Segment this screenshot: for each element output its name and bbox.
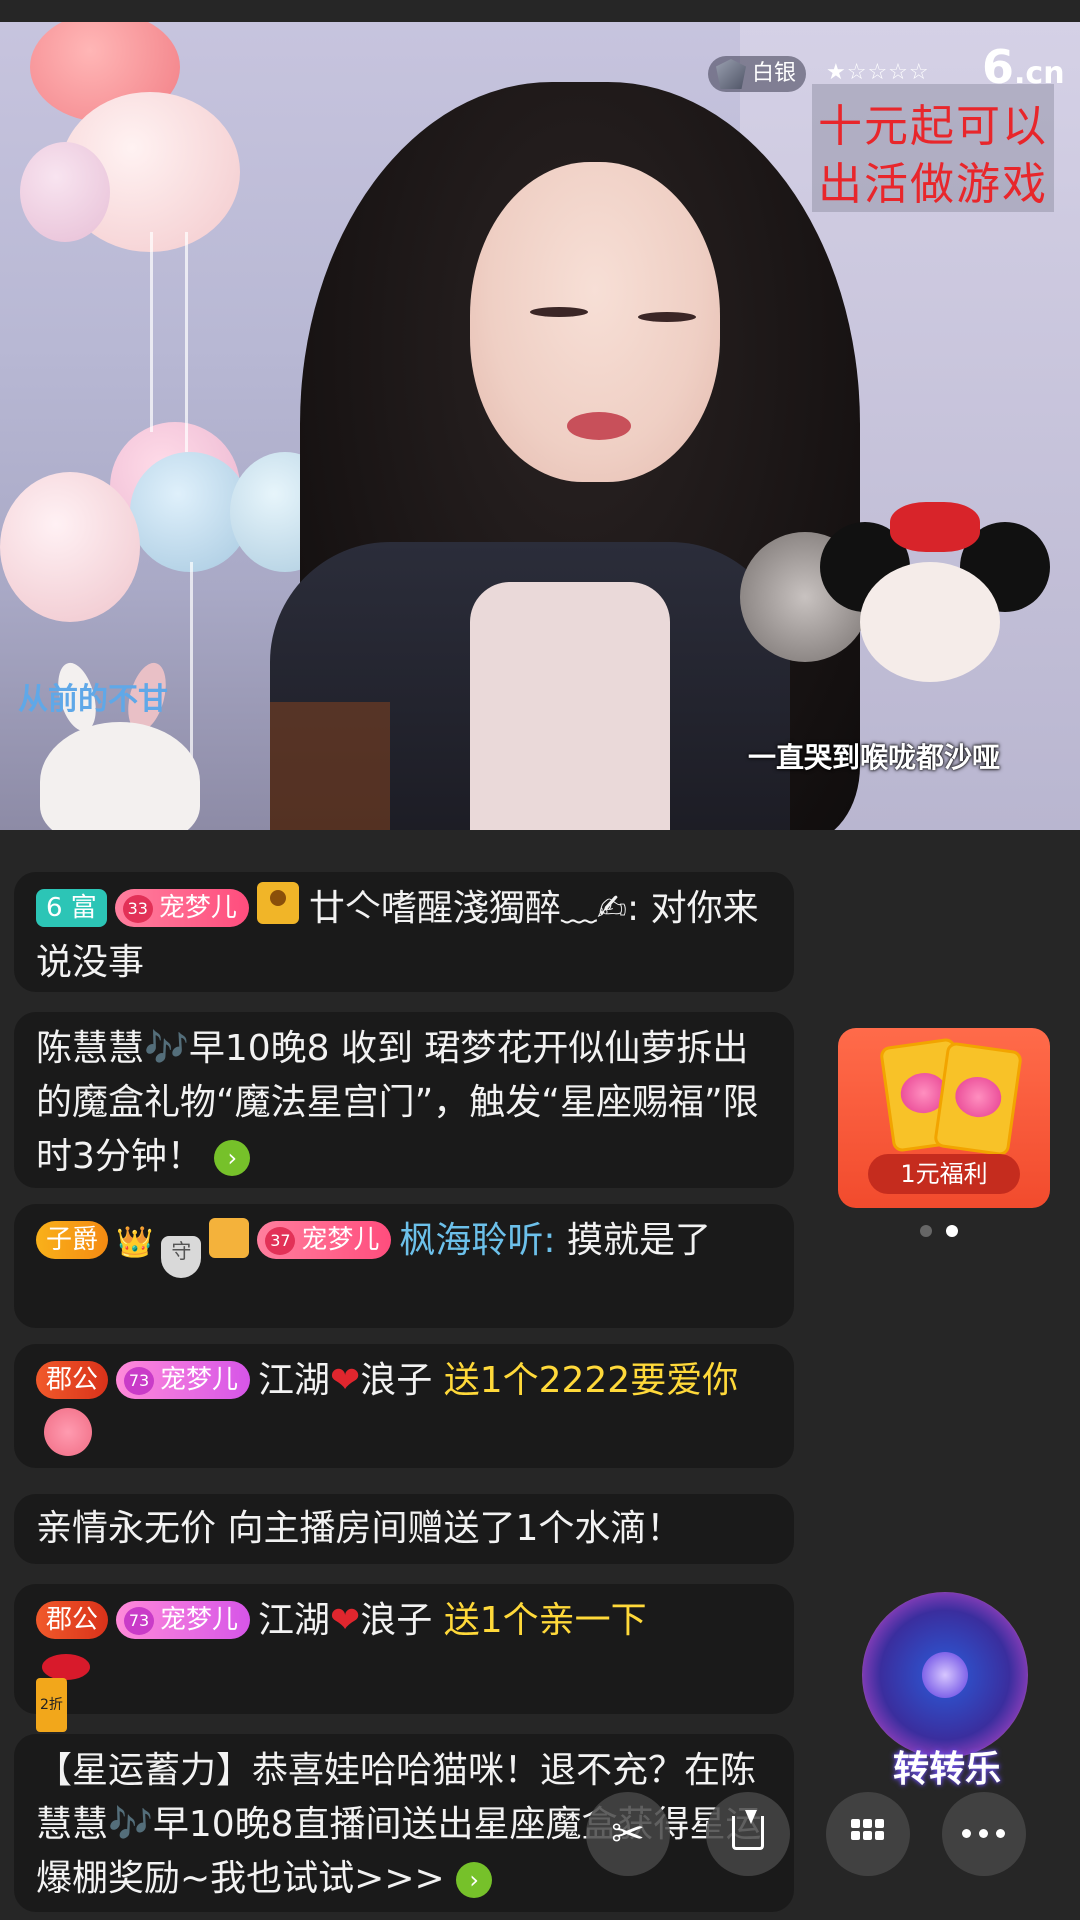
more-button[interactable]: [942, 1792, 1026, 1876]
system-notice-text: 陈慧慧🎶早10晚8 收到 珺梦花开似仙萝拆出的魔盒礼物“魔法星宫门”，触发“星座…: [36, 1028, 759, 1177]
pet-label: 宠梦儿: [158, 893, 237, 923]
chat-username[interactable]: 廿亽嗜醒淺獨醉﹏✍: [309, 888, 627, 929]
discount-tag: 2折: [36, 1678, 67, 1732]
guard-shield-icon: 守: [161, 1236, 202, 1278]
carousel-dot: [920, 1225, 932, 1237]
mouse-face: [860, 562, 1000, 682]
card-icon: [932, 1041, 1024, 1157]
welfare-label[interactable]: 1元福利: [868, 1154, 1020, 1194]
heart-icon: ❤: [330, 1360, 361, 1401]
pet-level: 73: [124, 1607, 155, 1635]
pet-level: 73: [124, 1367, 155, 1395]
chat-message[interactable]: 郡公 73 宠梦儿 江湖❤浪子 送1个2222要爱你: [14, 1344, 794, 1468]
go-arrow-icon[interactable]: ›: [456, 1862, 493, 1898]
live-video-player[interactable]: 白银 ★☆☆☆☆ 6.cn 十元起可以 出活做游戏 从前的不甘 一直哭到喉咙都沙…: [0, 22, 1080, 830]
chat-username-b[interactable]: 浪子: [360, 1360, 432, 1401]
eye: [638, 312, 696, 322]
pet-label: 宠梦儿: [301, 1225, 380, 1255]
streamer-shirt: [470, 582, 670, 830]
song-title: 从前的不甘: [18, 682, 168, 717]
crown-icon: 👑: [116, 1225, 154, 1260]
mouse-plush-toy: [820, 502, 1050, 702]
gift-box-icon: [209, 1218, 250, 1258]
vip-avatar-icon: [256, 882, 299, 924]
menu-grid-button[interactable]: [826, 1792, 910, 1876]
download-icon: [732, 1810, 764, 1850]
rank-stars: ★☆☆☆☆: [826, 60, 930, 85]
pet-level: 33: [122, 895, 153, 923]
balloon-string: [150, 232, 153, 432]
promo-line-2: 出活做游戏: [818, 159, 1048, 210]
streamer-lips: [567, 412, 631, 440]
chat-username-a[interactable]: 江湖: [258, 1360, 330, 1401]
chat-message[interactable]: 子爵 👑 守 37 宠梦儿 枫海聆听: 摸就是了: [14, 1204, 794, 1328]
chat-message[interactable]: 郡公 73 宠梦儿 江湖❤浪子 送1个亲一下 2折: [14, 1584, 794, 1732]
pet-level: 37: [265, 1227, 296, 1255]
gift-text: 送1个2222要爱你: [443, 1360, 739, 1401]
welfare-banner[interactable]: 1元福利: [838, 1028, 1050, 1208]
rich-level-badge: 6 富: [36, 889, 107, 927]
rank-label: 白银: [752, 61, 797, 86]
pet-badge: 33 宠梦儿: [114, 889, 249, 927]
gift-text: 送1个亲一下: [443, 1600, 647, 1641]
spin-wheel-icon[interactable]: [862, 1592, 1028, 1758]
pet-badge: 73 宠梦儿: [116, 1601, 251, 1639]
top-status-strip: [0, 0, 1080, 22]
jacket-accent: [270, 702, 390, 830]
chat-message[interactable]: 亲情永无价 向主播房间赠送了1个水滴！: [14, 1494, 794, 1564]
go-arrow-icon[interactable]: ›: [214, 1140, 251, 1176]
pet-label: 宠梦儿: [160, 1365, 239, 1395]
spin-orb: [922, 1652, 968, 1698]
chat-username[interactable]: 枫海聆听:: [399, 1220, 555, 1261]
mouse-bow: [890, 502, 980, 552]
rank-shield-icon: [716, 59, 746, 89]
balloon-string: [185, 232, 188, 452]
promo-overlay: 十元起可以 出活做游戏: [812, 84, 1054, 212]
chat-username-a[interactable]: 江湖: [258, 1600, 330, 1641]
chat-message[interactable]: 【星运蓄力】恭喜娃哈哈猫咪！退不充？在陈慧慧🎶早10晚8直播间送出星座魔盒获得星…: [14, 1734, 794, 1912]
rank-badge: 白银: [708, 56, 807, 92]
system-notice-text: 亲情永无价 向主播房间赠送了1个水滴！: [36, 1508, 683, 1549]
noble-title-badge: 郡公: [36, 1361, 109, 1399]
heart-icon: ❤: [330, 1600, 361, 1641]
balloon-decoration: [0, 472, 140, 622]
grid-icon: [851, 1819, 885, 1849]
chat-username-b[interactable]: 浪子: [360, 1600, 432, 1641]
pet-badge: 37 宠梦儿: [257, 1221, 392, 1259]
carousel-dots: [920, 1222, 972, 1241]
promo-line-1: 十元起可以: [818, 101, 1048, 152]
lyric-caption: 一直哭到喉咙都沙哑: [748, 741, 1001, 774]
spin-wheel-label[interactable]: 转转乐: [852, 1740, 1042, 1792]
carousel-dot-active: [946, 1225, 958, 1237]
pet-badge: 73 宠梦儿: [116, 1361, 251, 1399]
noble-title-badge: 子爵: [36, 1221, 109, 1259]
share-button[interactable]: ✂: [586, 1792, 670, 1876]
heart-gift-icon: [44, 1408, 92, 1456]
pet-label: 宠梦儿: [160, 1605, 239, 1635]
bunny-toy: [40, 722, 200, 830]
share-icon: ✂: [611, 1811, 645, 1857]
eye: [530, 307, 588, 317]
chat-text: 摸就是了: [555, 1220, 711, 1261]
chat-message[interactable]: 陈慧慧🎶早10晚8 收到 珺梦花开似仙萝拆出的魔盒礼物“魔法星宫门”，触发“星座…: [14, 1012, 794, 1188]
noble-title-badge: 郡公: [36, 1601, 109, 1639]
download-button[interactable]: [706, 1792, 790, 1876]
balloon-decoration: [20, 142, 110, 242]
more-icon: [962, 1829, 971, 1838]
chat-message[interactable]: 6 富 33 宠梦儿 廿亽嗜醒淺獨醉﹏✍: 对你来说没事: [14, 872, 794, 992]
kiss-gift-icon: 2折: [36, 1648, 96, 1732]
